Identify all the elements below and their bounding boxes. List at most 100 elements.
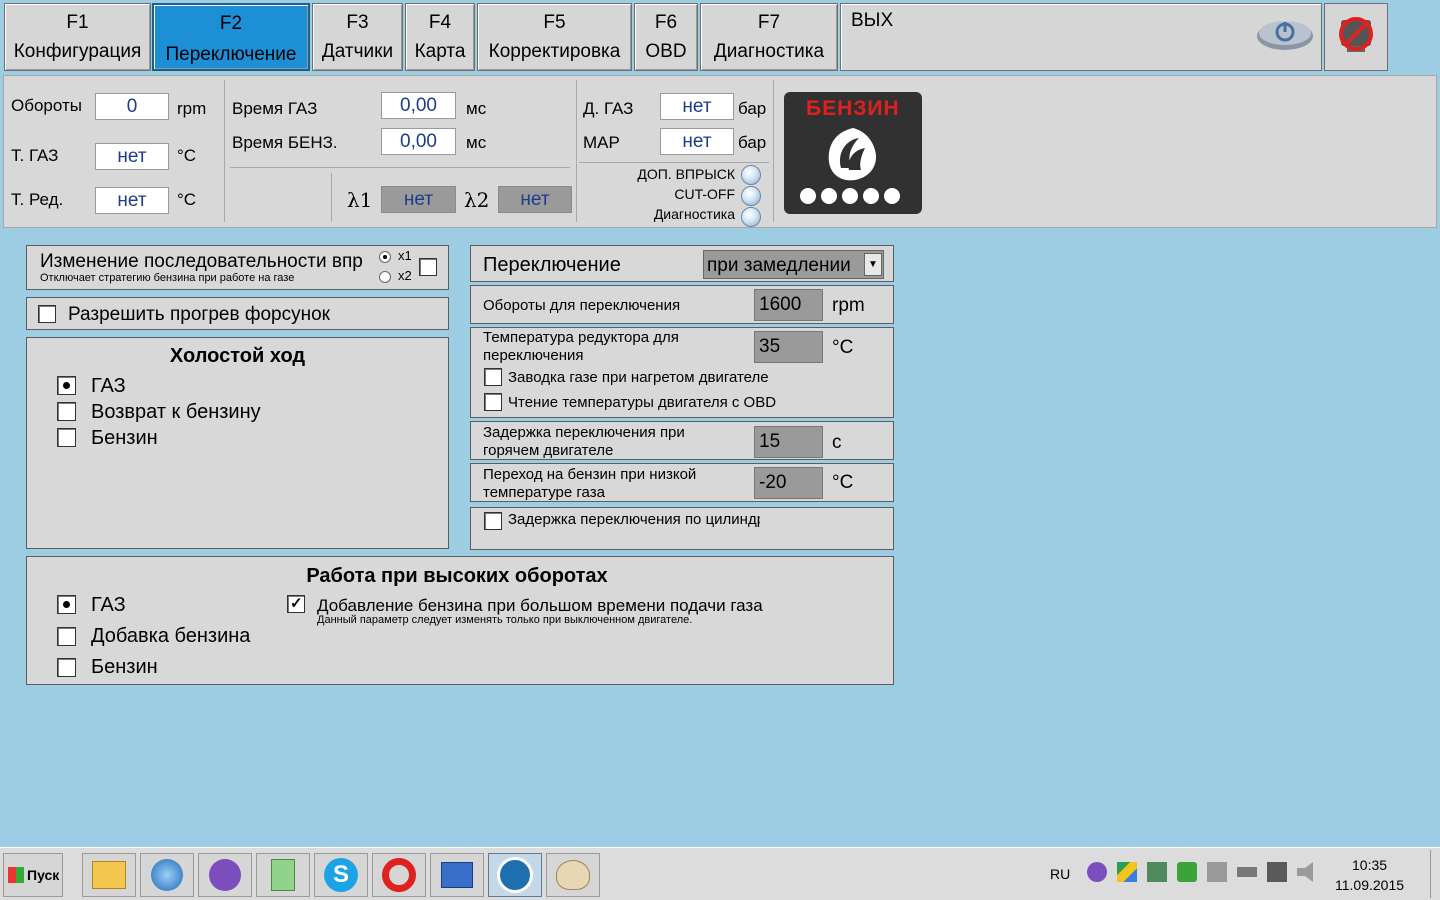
idle-gas-radio[interactable] xyxy=(57,376,76,395)
petrol-addition-note: Данный параметр следует изменять только … xyxy=(317,614,693,626)
sequence-checkbox[interactable] xyxy=(419,258,437,276)
high-rpm-option-label: Бензин xyxy=(91,656,158,678)
dgas-unit: бар xyxy=(738,99,767,118)
tab-f6[interactable]: F6 OBD xyxy=(634,3,698,71)
taskbar-paint[interactable] xyxy=(546,853,600,897)
start-button[interactable]: Пуск xyxy=(3,853,63,897)
device-tray-icon[interactable] xyxy=(1207,862,1227,882)
monitor-tray-icon[interactable] xyxy=(1147,862,1167,882)
idle-return-radio[interactable] xyxy=(57,402,76,421)
high-rpm-addition-radio[interactable] xyxy=(57,627,76,646)
tab-f4[interactable]: F4 Карта xyxy=(405,3,475,71)
tab-f5[interactable]: F5 Корректировка xyxy=(477,3,632,71)
injection-indicator xyxy=(741,165,761,185)
reducer-temp-input[interactable]: 35 xyxy=(754,331,823,363)
taskbar-skype[interactable]: S xyxy=(314,853,368,897)
divider xyxy=(576,80,577,222)
switching-label: Переключение xyxy=(483,254,621,276)
tab-label: Конфигурация xyxy=(13,41,142,62)
diagnostics-indicator xyxy=(741,207,761,227)
taskbar-ie[interactable] xyxy=(140,853,194,897)
x2-radio[interactable] xyxy=(379,271,391,283)
tab-key: F6 xyxy=(654,12,678,33)
hot-start-checkbox[interactable] xyxy=(484,368,502,386)
high-rpm-gas-radio[interactable] xyxy=(57,595,76,614)
taskbar-opera[interactable] xyxy=(372,853,426,897)
tab-label: Корректировка xyxy=(488,41,621,62)
hot-start-label: Заводка газе при нагретом двигателе xyxy=(508,369,769,386)
lowtemp-input[interactable]: -20 xyxy=(754,467,823,499)
exit-button[interactable]: ВЫХ xyxy=(840,3,1322,71)
ie-icon xyxy=(151,859,183,891)
high-rpm-option-label: Добавка бензина xyxy=(91,625,251,647)
dgas-value: нет xyxy=(660,93,734,120)
x2-label: x2 xyxy=(398,268,412,283)
usb-tray-icon[interactable] xyxy=(1237,867,1257,877)
keyboard-tray-icon[interactable] xyxy=(1267,862,1287,882)
time-benz-label: Время БЕНЗ. xyxy=(232,133,338,152)
no-connection-icon xyxy=(1339,17,1373,52)
high-rpm-petrol-radio[interactable] xyxy=(57,658,76,677)
clock-time: 10:35 xyxy=(1352,857,1388,873)
taskbar-viber[interactable] xyxy=(198,853,252,897)
viber-icon xyxy=(209,859,241,891)
tab-key: F7 xyxy=(757,12,781,33)
sequence-title: Изменение последовательности впр xyxy=(40,251,363,272)
divider xyxy=(579,162,769,163)
network-icon xyxy=(441,862,473,888)
divider xyxy=(773,80,774,222)
obd-temp-checkbox[interactable] xyxy=(484,393,502,411)
reducer-temp-unit: °C xyxy=(832,337,854,358)
viber-tray-icon[interactable] xyxy=(1087,862,1107,882)
rpm-label: Обороты xyxy=(11,96,82,115)
cyl-delay-checkbox[interactable] xyxy=(484,512,502,530)
tab-key: F3 xyxy=(346,12,369,33)
dgas-label: Д. ГАЗ xyxy=(583,99,634,118)
switching-mode-value: при замедлении xyxy=(707,255,851,276)
drive-tray-icon[interactable] xyxy=(1117,862,1137,882)
tab-label: OBD xyxy=(645,41,687,62)
windows-logo-icon xyxy=(8,867,24,883)
tab-f7[interactable]: F7 Диагностика xyxy=(700,3,838,71)
tab-f3[interactable]: F3 Датчики xyxy=(312,3,403,71)
cutoff-indicator xyxy=(741,186,761,206)
switch-rpm-label: Обороты для переключения xyxy=(483,297,681,314)
language-indicator[interactable]: RU xyxy=(1050,866,1070,882)
switch-rpm-unit: rpm xyxy=(832,295,865,316)
petrol-addition-checkbox[interactable] xyxy=(287,594,305,613)
tred-value: нет xyxy=(95,187,169,214)
taskbar-network[interactable] xyxy=(430,853,484,897)
show-desktop-button[interactable] xyxy=(1430,850,1438,898)
volume-tray-icon[interactable] xyxy=(1297,862,1313,882)
hot-delay-input[interactable]: 15 xyxy=(754,426,823,458)
tgas-unit: °C xyxy=(177,146,197,165)
time-gas-unit: мс xyxy=(466,99,487,118)
taskbar-gas-app[interactable] xyxy=(488,853,542,897)
taskbar-recycle[interactable] xyxy=(256,853,310,897)
idle-petrol-radio[interactable] xyxy=(57,428,76,447)
tab-f2[interactable]: F2 Переключение xyxy=(152,3,310,71)
folder-icon xyxy=(92,861,126,889)
check-tray-icon[interactable] xyxy=(1177,862,1197,882)
chevron-down-icon[interactable]: ▼ xyxy=(864,253,882,276)
taskbar-explorer[interactable] xyxy=(82,853,136,897)
no-connection-button[interactable] xyxy=(1324,3,1388,71)
warmup-checkbox[interactable] xyxy=(38,305,56,323)
switch-rpm-input[interactable]: 1600 xyxy=(754,289,823,321)
opera-icon xyxy=(382,858,416,892)
tab-key: F5 xyxy=(543,12,566,33)
x1-radio[interactable] xyxy=(379,251,391,263)
high-rpm-title: Работа при высоких оборотах xyxy=(306,565,608,587)
tab-label: Диагностика xyxy=(713,41,825,62)
warmup-label: Разрешить прогрев форсунок xyxy=(68,304,330,325)
divider xyxy=(331,173,332,222)
obd-temp-label: Чтение температуры двигателя с OBD xyxy=(508,394,777,411)
tab-f1[interactable]: F1 Конфигурация xyxy=(4,3,151,71)
power-icon[interactable] xyxy=(1255,14,1315,54)
gas-app-icon xyxy=(497,857,533,893)
hot-delay-unit: с xyxy=(832,432,842,453)
status-dots xyxy=(800,188,900,204)
switching-mode-select[interactable]: при замедлении ▼ xyxy=(703,250,884,279)
tab-key: F2 xyxy=(219,13,243,34)
fuel-mode-label: БЕНЗИН xyxy=(806,97,900,120)
